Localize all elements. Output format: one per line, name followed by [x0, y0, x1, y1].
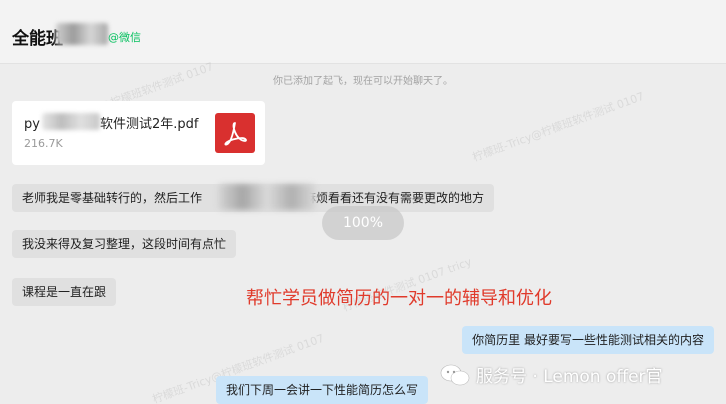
chat-header: 全能班 @微信 — [0, 0, 726, 64]
message-text: 课程是一直在跟 — [22, 285, 107, 299]
redacted-filename — [42, 113, 100, 130]
wechat-logo-icon — [440, 364, 470, 386]
message-text: 我没来得及复习整理，这段时间有点忙 — [22, 237, 227, 251]
progress-overlay: 100% — [322, 206, 404, 240]
message-bubble-incoming[interactable]: 课程是一直在跟 — [12, 278, 117, 306]
message-text: 你简历里 最好要写一些性能测试相关的内容 — [472, 333, 704, 347]
file-name-prefix: py — [24, 117, 40, 132]
wechat-tag: @微信 — [108, 31, 141, 44]
message-text: 我们下周一会讲一下性能简历怎么写 — [226, 383, 419, 397]
pdf-icon — [215, 113, 255, 153]
message-bubble-outgoing[interactable]: 我们下周一会讲一下性能简历怎么写 — [216, 376, 429, 404]
redacted-title — [56, 23, 108, 45]
annotation-text: 帮忙学员做简历的一对一的辅导和优化 — [246, 288, 552, 309]
watermark-text: 柠檬班-Tricy@柠檬班软件测试 0107 — [470, 89, 646, 165]
message-bubble-outgoing[interactable]: 你简历里 最好要写一些性能测试相关的内容 — [462, 326, 714, 354]
redacted-message-text — [218, 184, 316, 210]
account-watermark: 服务号 · Lemon offer官 — [440, 362, 663, 387]
message-text: 老师我是零基础转行的，然后工作 — [22, 191, 203, 205]
system-message: 你已添加了起飞，现在可以开始聊天了。 — [273, 76, 453, 87]
account-name: 服务号 · Lemon offer官 — [476, 367, 663, 387]
message-text: 麻烦看看还有没有需要更改的地方 — [304, 191, 485, 205]
message-bubble-incoming[interactable]: 我没来得及复习整理，这段时间有点忙 — [12, 230, 237, 258]
file-name-suffix: 软件测试2年.pdf — [99, 117, 199, 132]
file-size: 216.7K — [24, 137, 63, 150]
file-message[interactable]: py 软件测试2年.pdf 216.7K — [12, 101, 265, 165]
